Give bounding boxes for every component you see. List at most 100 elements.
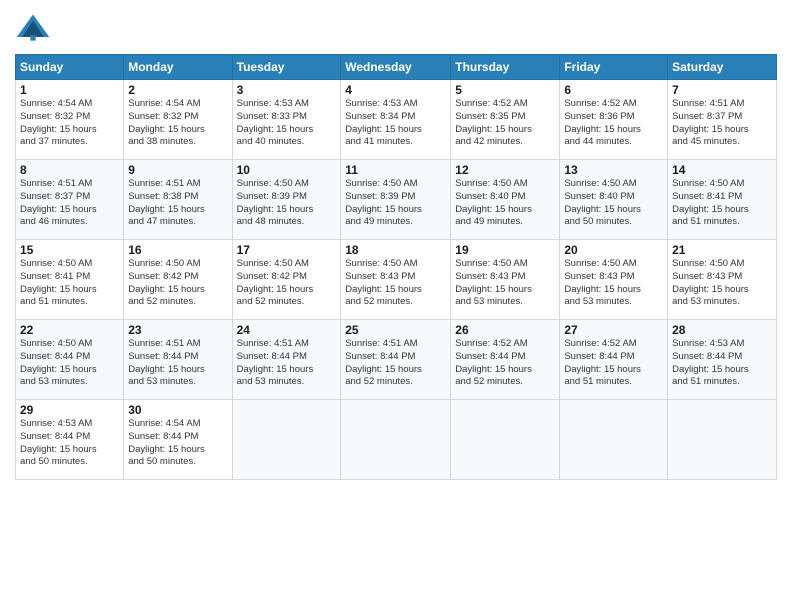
calendar-cell: 13Sunrise: 4:50 AM Sunset: 8:40 PM Dayli…	[560, 160, 668, 240]
day-number: 26	[455, 323, 555, 337]
day-number: 13	[564, 163, 663, 177]
day-number: 25	[345, 323, 446, 337]
weekday-sunday: Sunday	[16, 55, 124, 80]
calendar-cell: 9Sunrise: 4:51 AM Sunset: 8:38 PM Daylig…	[124, 160, 232, 240]
day-number: 7	[672, 83, 772, 97]
day-number: 22	[20, 323, 119, 337]
day-info: Sunrise: 4:51 AM Sunset: 8:37 PM Dayligh…	[672, 98, 772, 149]
day-number: 30	[128, 403, 227, 417]
day-info: Sunrise: 4:50 AM Sunset: 8:43 PM Dayligh…	[672, 258, 772, 309]
day-number: 27	[564, 323, 663, 337]
calendar-cell: 7Sunrise: 4:51 AM Sunset: 8:37 PM Daylig…	[668, 80, 777, 160]
day-info: Sunrise: 4:50 AM Sunset: 8:42 PM Dayligh…	[128, 258, 227, 309]
calendar-cell: 21Sunrise: 4:50 AM Sunset: 8:43 PM Dayli…	[668, 240, 777, 320]
day-info: Sunrise: 4:53 AM Sunset: 8:44 PM Dayligh…	[20, 418, 119, 469]
weekday-wednesday: Wednesday	[341, 55, 451, 80]
day-number: 29	[20, 403, 119, 417]
day-number: 3	[237, 83, 337, 97]
calendar-cell: 25Sunrise: 4:51 AM Sunset: 8:44 PM Dayli…	[341, 320, 451, 400]
day-number: 24	[237, 323, 337, 337]
week-row-1: 1Sunrise: 4:54 AM Sunset: 8:32 PM Daylig…	[16, 80, 777, 160]
logo	[15, 10, 55, 46]
day-info: Sunrise: 4:53 AM Sunset: 8:34 PM Dayligh…	[345, 98, 446, 149]
day-info: Sunrise: 4:52 AM Sunset: 8:35 PM Dayligh…	[455, 98, 555, 149]
day-number: 1	[20, 83, 119, 97]
calendar-cell: 24Sunrise: 4:51 AM Sunset: 8:44 PM Dayli…	[232, 320, 341, 400]
day-info: Sunrise: 4:50 AM Sunset: 8:43 PM Dayligh…	[455, 258, 555, 309]
day-info: Sunrise: 4:50 AM Sunset: 8:43 PM Dayligh…	[564, 258, 663, 309]
weekday-tuesday: Tuesday	[232, 55, 341, 80]
day-info: Sunrise: 4:54 AM Sunset: 8:44 PM Dayligh…	[128, 418, 227, 469]
calendar-cell: 19Sunrise: 4:50 AM Sunset: 8:43 PM Dayli…	[451, 240, 560, 320]
day-number: 5	[455, 83, 555, 97]
day-info: Sunrise: 4:50 AM Sunset: 8:44 PM Dayligh…	[20, 338, 119, 389]
day-number: 9	[128, 163, 227, 177]
calendar-table: SundayMondayTuesdayWednesdayThursdayFrid…	[15, 54, 777, 480]
day-info: Sunrise: 4:52 AM Sunset: 8:44 PM Dayligh…	[455, 338, 555, 389]
day-info: Sunrise: 4:50 AM Sunset: 8:43 PM Dayligh…	[345, 258, 446, 309]
calendar-cell: 11Sunrise: 4:50 AM Sunset: 8:39 PM Dayli…	[341, 160, 451, 240]
day-info: Sunrise: 4:50 AM Sunset: 8:41 PM Dayligh…	[672, 178, 772, 229]
calendar-body: 1Sunrise: 4:54 AM Sunset: 8:32 PM Daylig…	[16, 80, 777, 480]
calendar-cell: 23Sunrise: 4:51 AM Sunset: 8:44 PM Dayli…	[124, 320, 232, 400]
weekday-thursday: Thursday	[451, 55, 560, 80]
day-info: Sunrise: 4:52 AM Sunset: 8:44 PM Dayligh…	[564, 338, 663, 389]
calendar-cell: 12Sunrise: 4:50 AM Sunset: 8:40 PM Dayli…	[451, 160, 560, 240]
day-number: 15	[20, 243, 119, 257]
week-row-5: 29Sunrise: 4:53 AM Sunset: 8:44 PM Dayli…	[16, 400, 777, 480]
day-info: Sunrise: 4:51 AM Sunset: 8:37 PM Dayligh…	[20, 178, 119, 229]
calendar-cell: 6Sunrise: 4:52 AM Sunset: 8:36 PM Daylig…	[560, 80, 668, 160]
day-number: 4	[345, 83, 446, 97]
calendar-cell	[232, 400, 341, 480]
calendar-cell: 8Sunrise: 4:51 AM Sunset: 8:37 PM Daylig…	[16, 160, 124, 240]
day-info: Sunrise: 4:53 AM Sunset: 8:44 PM Dayligh…	[672, 338, 772, 389]
day-number: 2	[128, 83, 227, 97]
day-number: 20	[564, 243, 663, 257]
calendar-cell: 5Sunrise: 4:52 AM Sunset: 8:35 PM Daylig…	[451, 80, 560, 160]
calendar-cell: 22Sunrise: 4:50 AM Sunset: 8:44 PM Dayli…	[16, 320, 124, 400]
day-info: Sunrise: 4:52 AM Sunset: 8:36 PM Dayligh…	[564, 98, 663, 149]
day-info: Sunrise: 4:54 AM Sunset: 8:32 PM Dayligh…	[128, 98, 227, 149]
day-info: Sunrise: 4:51 AM Sunset: 8:44 PM Dayligh…	[345, 338, 446, 389]
day-number: 8	[20, 163, 119, 177]
calendar-cell: 20Sunrise: 4:50 AM Sunset: 8:43 PM Dayli…	[560, 240, 668, 320]
header	[15, 10, 777, 46]
calendar-cell: 27Sunrise: 4:52 AM Sunset: 8:44 PM Dayli…	[560, 320, 668, 400]
calendar-cell: 15Sunrise: 4:50 AM Sunset: 8:41 PM Dayli…	[16, 240, 124, 320]
calendar-cell: 10Sunrise: 4:50 AM Sunset: 8:39 PM Dayli…	[232, 160, 341, 240]
day-number: 10	[237, 163, 337, 177]
calendar-cell	[668, 400, 777, 480]
calendar-cell	[341, 400, 451, 480]
day-number: 18	[345, 243, 446, 257]
calendar-cell: 18Sunrise: 4:50 AM Sunset: 8:43 PM Dayli…	[341, 240, 451, 320]
day-info: Sunrise: 4:51 AM Sunset: 8:38 PM Dayligh…	[128, 178, 227, 229]
day-info: Sunrise: 4:50 AM Sunset: 8:41 PM Dayligh…	[20, 258, 119, 309]
calendar-cell: 4Sunrise: 4:53 AM Sunset: 8:34 PM Daylig…	[341, 80, 451, 160]
weekday-friday: Friday	[560, 55, 668, 80]
day-number: 23	[128, 323, 227, 337]
calendar-cell: 16Sunrise: 4:50 AM Sunset: 8:42 PM Dayli…	[124, 240, 232, 320]
calendar-cell	[560, 400, 668, 480]
calendar-cell: 2Sunrise: 4:54 AM Sunset: 8:32 PM Daylig…	[124, 80, 232, 160]
calendar-cell: 26Sunrise: 4:52 AM Sunset: 8:44 PM Dayli…	[451, 320, 560, 400]
day-number: 6	[564, 83, 663, 97]
day-info: Sunrise: 4:51 AM Sunset: 8:44 PM Dayligh…	[128, 338, 227, 389]
week-row-4: 22Sunrise: 4:50 AM Sunset: 8:44 PM Dayli…	[16, 320, 777, 400]
week-row-2: 8Sunrise: 4:51 AM Sunset: 8:37 PM Daylig…	[16, 160, 777, 240]
calendar-cell	[451, 400, 560, 480]
weekday-monday: Monday	[124, 55, 232, 80]
calendar-cell: 1Sunrise: 4:54 AM Sunset: 8:32 PM Daylig…	[16, 80, 124, 160]
calendar-cell: 28Sunrise: 4:53 AM Sunset: 8:44 PM Dayli…	[668, 320, 777, 400]
day-info: Sunrise: 4:51 AM Sunset: 8:44 PM Dayligh…	[237, 338, 337, 389]
day-number: 21	[672, 243, 772, 257]
day-info: Sunrise: 4:54 AM Sunset: 8:32 PM Dayligh…	[20, 98, 119, 149]
day-number: 19	[455, 243, 555, 257]
day-info: Sunrise: 4:50 AM Sunset: 8:40 PM Dayligh…	[455, 178, 555, 229]
day-number: 12	[455, 163, 555, 177]
day-number: 17	[237, 243, 337, 257]
day-info: Sunrise: 4:50 AM Sunset: 8:39 PM Dayligh…	[345, 178, 446, 229]
calendar-cell: 14Sunrise: 4:50 AM Sunset: 8:41 PM Dayli…	[668, 160, 777, 240]
calendar-header: SundayMondayTuesdayWednesdayThursdayFrid…	[16, 55, 777, 80]
day-number: 16	[128, 243, 227, 257]
day-info: Sunrise: 4:50 AM Sunset: 8:40 PM Dayligh…	[564, 178, 663, 229]
